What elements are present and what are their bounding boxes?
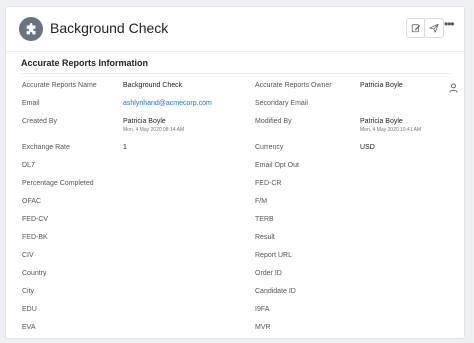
field-row: EDU I9FA — [6, 302, 464, 319]
field-value[interactable]: Background Check — [123, 82, 182, 89]
field-row: Exchange Rate 1 Currency USD — [6, 140, 464, 157]
field-label: Result — [255, 234, 275, 241]
field-row: FED-BK Result — [6, 230, 464, 247]
field-label: Accurate Reports Owner — [255, 82, 332, 89]
page-title: Background Check — [50, 20, 169, 36]
field-row: Email ashlynhand@acmecorp.com Secondary Em… — [6, 96, 464, 113]
field-value[interactable]: Patricia Boyle — [360, 82, 403, 89]
field-label: F/M — [255, 198, 268, 205]
field-label: City — [22, 288, 35, 295]
field-row: Percentage Completed FED-CR — [6, 176, 464, 193]
record-card: Background Check ••• Accurate Reports In… — [5, 6, 465, 339]
field-label: EDU — [22, 306, 37, 313]
field-label: MVR — [255, 324, 271, 331]
field-row: Accurate Reports Name Background Check Acc… — [6, 78, 464, 95]
field-label: TERB — [255, 216, 274, 223]
field-value[interactable]: ashlynhand@acmecorp.com — [123, 100, 212, 107]
field-row: CIV Report URL — [6, 248, 464, 265]
field-row: City Candidate ID — [6, 284, 464, 301]
section-divider — [21, 73, 451, 74]
field-row: Country Order ID — [6, 266, 464, 283]
field-value[interactable]: Patricia Boyle — [360, 118, 403, 125]
edit-button[interactable] — [406, 18, 426, 38]
field-label: Accurate Reports Name — [22, 82, 97, 89]
field-label: EVA — [22, 324, 36, 331]
field-label: Email — [22, 100, 40, 107]
field-row: Created By Patricia Boyle Mon, 4 May 2020 … — [6, 114, 464, 133]
field-label: Currency — [255, 144, 284, 151]
field-label: Modified By — [255, 118, 292, 125]
field-value[interactable]: USD — [360, 144, 375, 151]
send-button[interactable] — [424, 18, 444, 38]
field-label: Country — [22, 270, 47, 277]
field-row: DL7 Email Opt Out — [6, 158, 464, 175]
field-label: Created By — [22, 118, 58, 125]
field-row: EVA MVR — [6, 320, 464, 337]
field-value[interactable]: 1 — [123, 144, 127, 151]
field-label: Exchange Rate — [22, 144, 70, 151]
field-label: FED-BK — [22, 234, 48, 241]
edit-icon — [411, 24, 421, 33]
field-timestamp: Mon, 4 May 2020 10:41 AM — [360, 127, 422, 133]
field-label: FED-CR — [255, 180, 282, 187]
puzzle-icon — [19, 17, 43, 41]
field-value[interactable]: Patricia Boyle — [123, 118, 166, 125]
field-label: Percentage Completed — [22, 180, 94, 187]
more-icon[interactable]: ••• — [444, 17, 455, 31]
header-divider — [6, 51, 464, 52]
section-title: Accurate Reports Information — [21, 58, 149, 68]
field-label: Secondary Email — [255, 100, 308, 107]
field-label: Report URL — [255, 252, 292, 259]
field-label: Candidate ID — [255, 288, 296, 295]
field-label: Order ID — [255, 270, 282, 277]
field-label: Email Opt Out — [255, 162, 299, 169]
send-icon — [429, 23, 439, 33]
field-row: FED-CV TERB — [6, 212, 464, 229]
field-row: OFAC F/M — [6, 194, 464, 211]
field-label: FED-CV — [22, 216, 49, 223]
field-label: DL7 — [22, 162, 35, 169]
field-label: I9FA — [255, 306, 270, 313]
field-timestamp: Mon, 4 May 2020 08:14 AM — [123, 127, 185, 133]
field-label: OFAC — [22, 198, 42, 205]
field-label: CIV — [22, 252, 34, 259]
record-header: Background Check ••• — [6, 7, 464, 51]
